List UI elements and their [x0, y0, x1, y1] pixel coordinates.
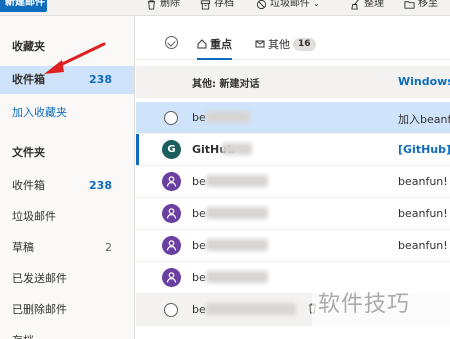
- favorite-item-label: 收件箱: [12, 73, 45, 86]
- archive-button[interactable]: 存档: [200, 0, 234, 11]
- person-icon: [166, 272, 177, 283]
- redacted-text: [206, 175, 268, 187]
- group-label: 其他: 新建对话: [192, 79, 260, 90]
- message-subject: 加入beanf: [398, 113, 450, 126]
- folder-item-deleted[interactable]: 已删除邮件: [0, 296, 134, 324]
- message-row[interactable]: be beanfun!: [136, 198, 450, 230]
- unread-count: 238: [89, 73, 112, 86]
- sender-name: be: [192, 271, 206, 284]
- mail-icon: [255, 40, 265, 48]
- message-row[interactable]: be 加入beanf: [136, 102, 450, 134]
- new-mail-button[interactable]: 新建邮件: [0, 0, 47, 12]
- select-all-checkbox[interactable]: [165, 36, 178, 49]
- folder-item-label: 存档: [12, 334, 34, 339]
- folder-item-archive[interactable]: 存档: [0, 327, 134, 339]
- tab-label: 其他: [268, 38, 290, 51]
- folder-item-label: 已发送邮件: [12, 272, 67, 285]
- folder-item-junk[interactable]: 垃圾邮件: [0, 203, 134, 231]
- redacted-text: [206, 303, 296, 315]
- tab-focused[interactable]: 重点: [197, 36, 232, 60]
- block-icon: [256, 0, 267, 9]
- redacted-text: [206, 271, 268, 283]
- folder-item-label: 草稿: [12, 241, 34, 254]
- person-avatar: [162, 236, 181, 255]
- junk-label: 垃圾邮件: [270, 0, 310, 9]
- redacted-text: [206, 111, 250, 123]
- message-row[interactable]: be beanfun!: [136, 230, 450, 262]
- tab-other[interactable]: 其他 16: [255, 36, 316, 52]
- draft-count: 2: [105, 241, 112, 254]
- person-avatar: [162, 204, 181, 223]
- message-subject: beanfun!: [398, 175, 448, 188]
- sweep-button[interactable]: 整理: [350, 0, 384, 11]
- folder-item-drafts[interactable]: 草稿 2: [0, 234, 134, 262]
- junk-button[interactable]: 垃圾邮件 ⌄: [256, 0, 320, 11]
- person-icon: [166, 208, 177, 219]
- redacted-text: [222, 143, 252, 155]
- favorites-header[interactable]: 收藏夹: [12, 38, 45, 54]
- broom-icon: [351, 0, 359, 10]
- message-subject: Windows: [398, 75, 450, 88]
- sender-name: be: [192, 303, 206, 316]
- redacted-text: [206, 207, 268, 219]
- person-icon: [166, 240, 177, 251]
- sender-name: be: [192, 239, 206, 252]
- sweep-label: 整理: [364, 0, 384, 9]
- unread-count: 238: [89, 179, 112, 192]
- move-label: 移至: [418, 0, 438, 9]
- folder-pane: 收藏夹 收件箱 238 加入收藏夹 文件夹 收件箱 238 垃圾邮件 草稿 2 …: [0, 16, 135, 339]
- message-row[interactable]: be beanfun!: [136, 166, 450, 198]
- redacted-text: [206, 239, 268, 251]
- message-row[interactable]: G GitHub [GitHub]: [136, 134, 450, 166]
- watermark-text: 软件技巧: [318, 292, 411, 317]
- add-favorite-link[interactable]: 加入收藏夹: [12, 104, 67, 120]
- other-group-row[interactable]: 其他: 新建对话 Windows: [136, 66, 450, 98]
- command-bar: 新建邮件 删除 存档 垃圾邮件 ⌄ 整理 移至: [0, 0, 450, 16]
- tab-label: 重点: [210, 38, 232, 51]
- archive-icon: [200, 0, 211, 10]
- folder-item-sent[interactable]: 已发送邮件: [0, 265, 134, 293]
- folder-item-label: 已删除邮件: [12, 303, 67, 316]
- avatar: G: [162, 140, 181, 159]
- folder-item-label: 收件箱: [12, 179, 45, 192]
- trash-icon: [147, 0, 156, 10]
- message-subject: beanfun!: [398, 239, 448, 252]
- select-circle[interactable]: [164, 111, 178, 125]
- favorite-item-inbox[interactable]: 收件箱 238: [0, 66, 134, 94]
- sender-name: be: [192, 175, 206, 188]
- folder-item-inbox[interactable]: 收件箱 238: [0, 172, 134, 200]
- folder-move-icon: [404, 0, 415, 9]
- move-button[interactable]: 移至: [404, 0, 438, 11]
- select-circle[interactable]: [164, 303, 178, 317]
- person-icon: [166, 176, 177, 187]
- person-avatar: [162, 268, 181, 287]
- delete-button[interactable]: 删除: [146, 0, 180, 11]
- folders-header[interactable]: 文件夹: [12, 144, 45, 160]
- sender-name: be: [192, 111, 206, 124]
- home-icon: [197, 39, 207, 49]
- folder-item-label: 垃圾邮件: [12, 210, 56, 223]
- delete-label: 删除: [160, 0, 180, 9]
- message-subject: beanfun!: [398, 207, 448, 220]
- chevron-down-icon: ⌄: [313, 0, 320, 8]
- other-count-badge: 16: [293, 37, 316, 51]
- message-subject: [GitHub]: [398, 143, 450, 156]
- sender-name: be: [192, 207, 206, 220]
- inbox-tabs: 重点 其他 16: [136, 16, 450, 60]
- person-avatar: [162, 172, 181, 191]
- archive-label: 存档: [214, 0, 234, 9]
